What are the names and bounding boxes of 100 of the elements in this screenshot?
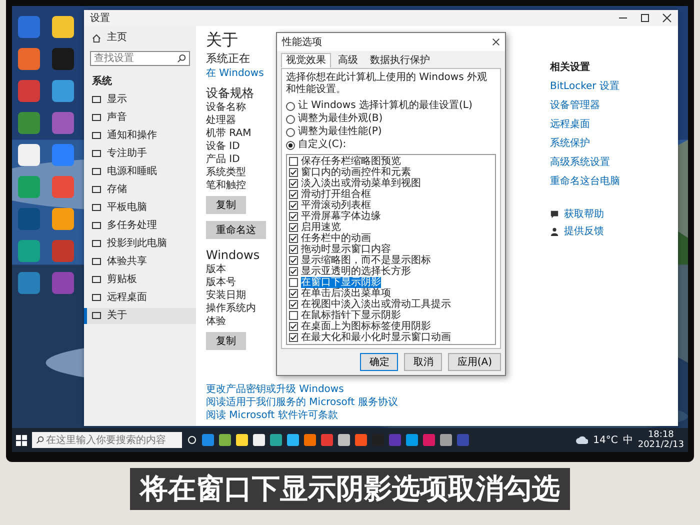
desktop-icon[interactable] [18, 48, 40, 70]
checkbox[interactable] [289, 300, 298, 309]
radio-option[interactable]: 调整为最佳外观(B) [286, 113, 496, 125]
rename-button[interactable]: 重命名这 [206, 221, 266, 239]
tab[interactable]: 高级 [333, 53, 363, 68]
app-icon[interactable] [253, 434, 265, 446]
effect-label[interactable]: 在视图中淡入淡出或滑动工具提示 [301, 299, 451, 310]
sidebar-item[interactable]: 通知和操作 [84, 128, 196, 144]
checkbox[interactable] [289, 267, 298, 276]
sidebar-item[interactable]: 剪贴板 [84, 272, 196, 288]
effect-label[interactable]: 窗口内的动画控件和元素 [301, 167, 411, 178]
related-link[interactable]: 高级系统设置 [550, 156, 668, 169]
checkbox[interactable] [289, 190, 298, 199]
windows-logo-icon[interactable] [16, 434, 27, 446]
radio-button[interactable] [286, 102, 295, 110]
effect-label[interactable]: 启用速览 [301, 222, 341, 233]
app-icon[interactable] [236, 434, 248, 446]
security-link[interactable]: 在 Windows [206, 67, 264, 80]
sidebar-item[interactable]: 显示 [84, 92, 196, 108]
sidebar-item[interactable]: 远程桌面 [84, 290, 196, 306]
app-icon[interactable] [406, 434, 418, 446]
effect-label[interactable]: 显示缩略图，而不是显示图标 [301, 255, 431, 266]
app-icon[interactable] [202, 434, 214, 446]
related-link[interactable]: 系统保护 [550, 137, 668, 150]
app-icon[interactable] [270, 434, 282, 446]
desktop-icon[interactable] [18, 16, 40, 38]
weather-text[interactable]: 14°C [593, 434, 618, 446]
app-icon[interactable] [219, 434, 231, 446]
checkbox[interactable] [289, 245, 298, 254]
dialog-button[interactable]: 确定 [360, 353, 398, 371]
sidebar-item[interactable]: 关于 [84, 308, 196, 324]
checkbox[interactable] [289, 289, 298, 298]
sidebar-item[interactable]: 多任务处理 [84, 218, 196, 234]
taskbar-search-field[interactable]: 在这里输入你要搜索的内容 [32, 432, 182, 448]
checkbox[interactable] [289, 157, 298, 166]
radio-option[interactable]: 自定义(C): [286, 139, 496, 151]
search-field[interactable]: 查找设置 [90, 51, 190, 66]
effect-label[interactable]: 任务栏中的动画 [301, 233, 371, 244]
effect-label[interactable]: 在最大化和最小化时显示窗口动画 [301, 332, 451, 343]
app-icon[interactable] [304, 434, 316, 446]
desktop-icon[interactable] [52, 80, 74, 102]
checkbox[interactable] [289, 278, 298, 287]
checkbox[interactable] [289, 234, 298, 243]
effect-label[interactable]: 在桌面上为图标标签使用阴影 [301, 321, 431, 332]
close-icon[interactable] [492, 38, 500, 46]
checkbox[interactable] [289, 322, 298, 331]
radio-button[interactable] [286, 128, 295, 136]
app-icon[interactable] [287, 434, 299, 446]
checkbox[interactable] [289, 168, 298, 177]
desktop-icon[interactable] [18, 112, 40, 134]
checkbox[interactable] [289, 333, 298, 342]
related-link[interactable]: 设备管理器 [550, 99, 668, 112]
effect-label[interactable]: 在单击后淡出菜单项 [301, 288, 391, 299]
tab[interactable]: 数据执行保护 [365, 53, 435, 68]
app-icon[interactable] [338, 434, 350, 446]
link[interactable]: 更改产品密钥或升级 Windows [206, 383, 344, 396]
effect-label[interactable]: 平滑屏幕字体边缘 [301, 211, 381, 222]
dialog-button[interactable]: 取消 [404, 353, 442, 371]
radio-button[interactable] [286, 114, 295, 124]
copy-button[interactable]: 复制 [206, 196, 246, 214]
checkbox[interactable] [289, 223, 298, 232]
desktop-icon[interactable] [18, 144, 40, 166]
effect-label[interactable]: 保存任务栏缩略图预览 [301, 156, 401, 167]
radio-option[interactable]: 让 Windows 选择计算机的最佳设置(L) [286, 100, 496, 112]
close-icon[interactable] [662, 13, 672, 23]
home-link[interactable]: 主页 [84, 30, 196, 46]
effect-label[interactable]: 在窗口下显示阴影 [301, 277, 381, 288]
effect-label[interactable]: 拖动时显示窗口内容 [301, 244, 391, 255]
input-method-indicator[interactable]: 中 [622, 433, 633, 447]
checkbox[interactable] [289, 212, 298, 221]
effect-label[interactable]: 在鼠标指针下显示阴影 [301, 310, 401, 321]
help-link[interactable]: 获取帮助 [564, 208, 604, 221]
radio-button[interactable] [286, 140, 295, 150]
checkbox[interactable] [289, 256, 298, 265]
sidebar-item[interactable]: 电源和睡眠 [84, 164, 196, 180]
clock-time[interactable]: 18:18 [648, 430, 674, 440]
sidebar-item[interactable]: 专注助手 [84, 146, 196, 162]
feedback-link[interactable]: 提供反馈 [564, 225, 604, 238]
effect-label[interactable]: 淡入淡出或滑动菜单到视图 [301, 178, 421, 189]
desktop-icon[interactable] [52, 112, 74, 134]
app-icon[interactable] [423, 434, 435, 446]
related-link[interactable]: 重命名这台电脑 [550, 175, 668, 188]
desktop-icon[interactable] [52, 208, 74, 230]
checkbox[interactable] [289, 179, 298, 188]
link[interactable]: 阅读适用于我们服务的 Microsoft 服务协议 [206, 396, 398, 409]
effect-label[interactable]: 显示亚透明的选择长方形 [301, 266, 411, 277]
sidebar-item[interactable]: 平板电脑 [84, 200, 196, 216]
sidebar-item[interactable]: 存储 [84, 182, 196, 198]
sidebar-item[interactable]: 声音 [84, 110, 196, 126]
tab[interactable]: 视觉效果 [281, 53, 331, 68]
radio-option[interactable]: 调整为最佳性能(P) [286, 126, 496, 138]
effect-label[interactable]: 滑动打开组合框 [301, 189, 371, 200]
circle-icon[interactable] [187, 435, 197, 445]
app-icon[interactable] [355, 434, 367, 446]
desktop-icon[interactable] [18, 80, 40, 102]
sidebar-item[interactable]: 投影到此电脑 [84, 236, 196, 252]
dialog-button[interactable]: 应用(A) [448, 353, 501, 371]
copy-button[interactable]: 复制 [206, 332, 246, 350]
effect-label[interactable]: 平滑滚动列表框 [301, 200, 371, 211]
clock-date[interactable]: 2021/2/13 [638, 440, 684, 450]
